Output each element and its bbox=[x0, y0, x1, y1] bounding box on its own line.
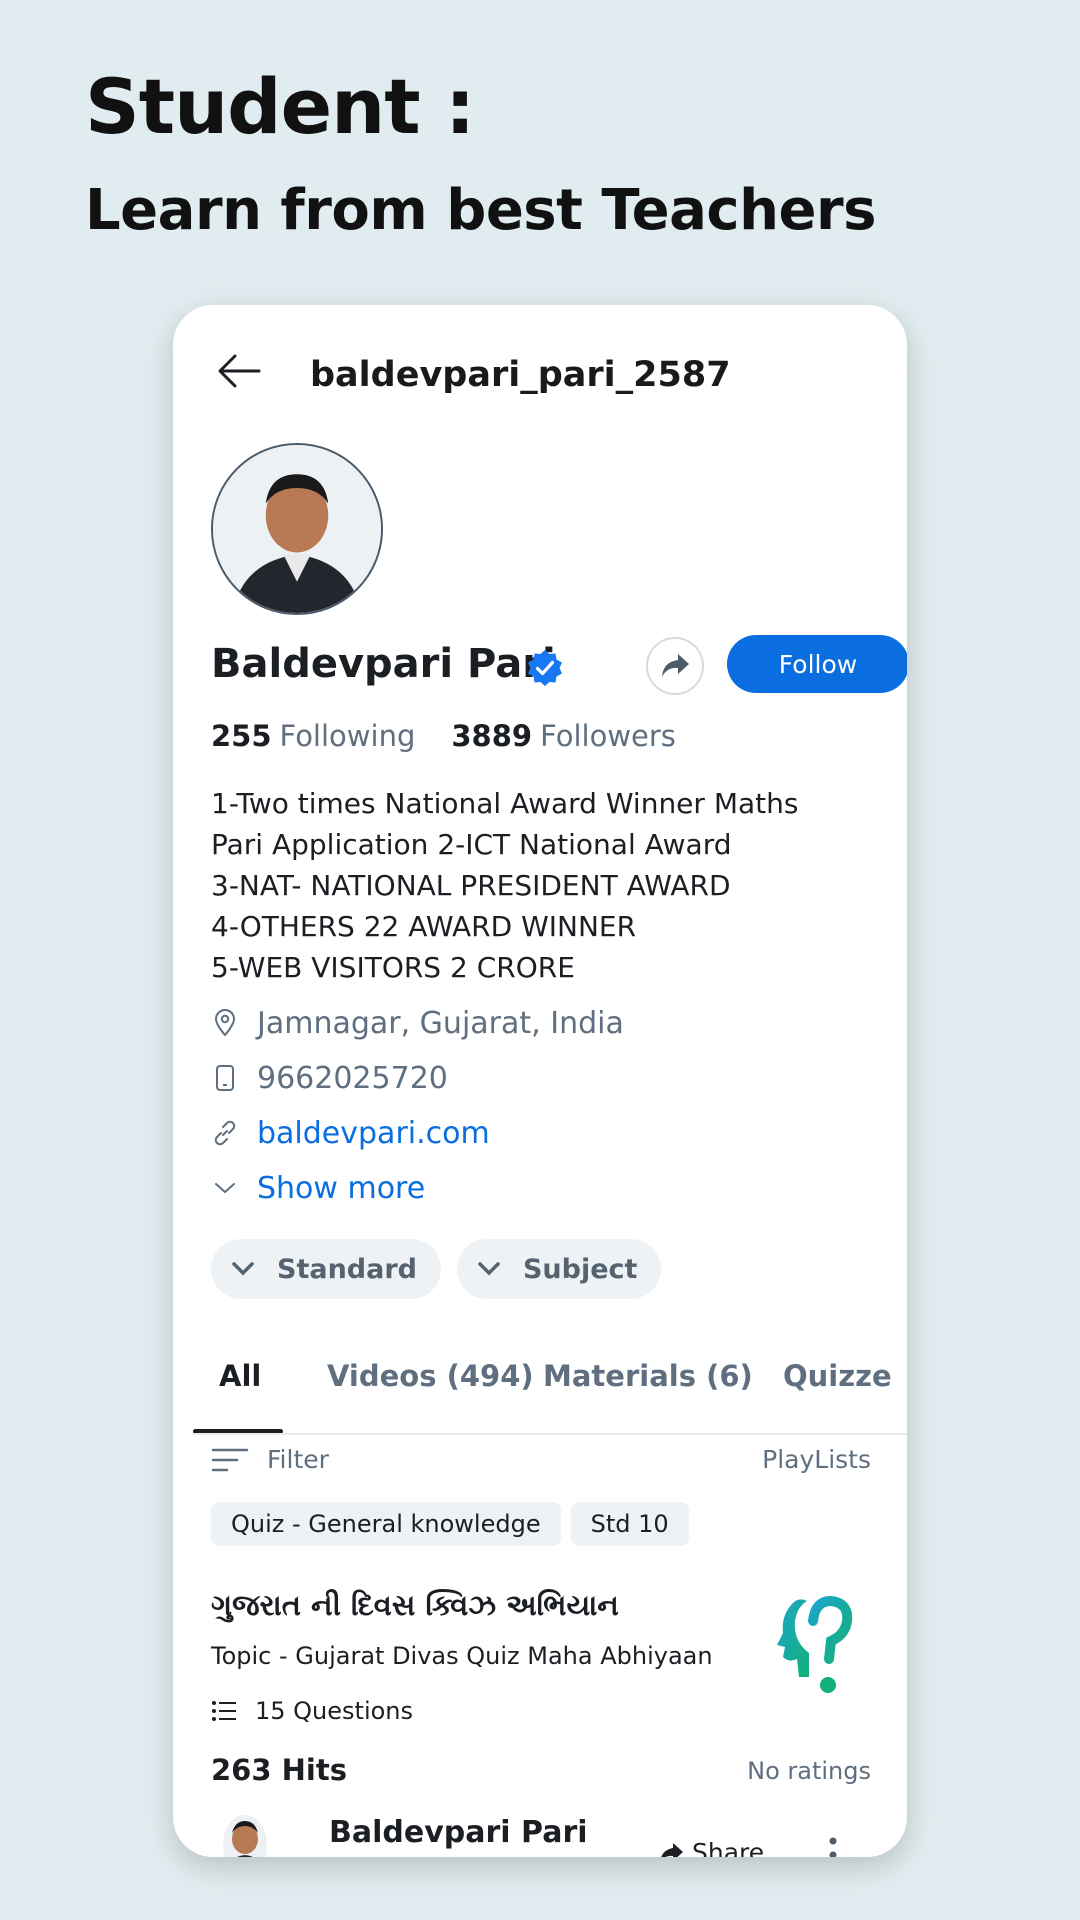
promo-headline: Student : bbox=[85, 62, 475, 151]
phone-icon bbox=[211, 1064, 239, 1092]
quiz-topic: Topic - Gujarat Divas Quiz Maha Abhiyaan bbox=[211, 1642, 713, 1670]
phone-text[interactable]: 9662025720 bbox=[257, 1061, 448, 1096]
question-count: 15 Questions bbox=[255, 1697, 414, 1725]
standard-dropdown[interactable]: Standard bbox=[211, 1239, 441, 1299]
name-row: Baldevpari Pari Follow bbox=[211, 635, 907, 699]
profile-avatar bbox=[211, 443, 383, 615]
quiz-title[interactable]: ગુજરાત ની દિવસ ક્વિઝ અભિયાન bbox=[211, 1588, 619, 1623]
website-row: baldevpari.com bbox=[211, 1113, 490, 1153]
dropdown-filters: Standard Subject bbox=[211, 1239, 662, 1299]
following-count: 255 bbox=[211, 719, 272, 753]
show-more-row[interactable]: Show more bbox=[211, 1168, 425, 1208]
chevron-down-icon bbox=[232, 1262, 254, 1276]
quiz-tags: Quiz - General knowledge Std 10 bbox=[211, 1502, 689, 1546]
share-profile-button[interactable] bbox=[646, 637, 704, 695]
quiz-logo-icon bbox=[777, 1595, 853, 1693]
share-button[interactable]: Share bbox=[658, 1838, 764, 1857]
quiz-tag: Std 10 bbox=[570, 1502, 689, 1546]
phone-screen: baldevpari_pari_2587 Baldevpari Pari Fol… bbox=[173, 305, 907, 1857]
bio-line: 1-Two times National Award Winner Maths bbox=[211, 787, 799, 820]
share-label: Share bbox=[692, 1838, 765, 1857]
tab-materials[interactable]: Materials (6) bbox=[543, 1359, 753, 1393]
subject-dropdown-label: Subject bbox=[522, 1253, 638, 1285]
link-icon bbox=[211, 1119, 239, 1147]
chevron-down-icon bbox=[211, 1174, 239, 1202]
promo-subheadline: Learn from best Teachers bbox=[85, 178, 876, 243]
location-text: Jamnagar, Gujarat, India bbox=[257, 1005, 624, 1041]
phone-row: 9662025720 bbox=[211, 1058, 448, 1098]
hit-count: 263 Hits bbox=[211, 1753, 347, 1787]
questions-row: 15 Questions bbox=[211, 1697, 413, 1725]
playlists-link[interactable]: PlayLists bbox=[762, 1445, 871, 1474]
show-more-link[interactable]: Show more bbox=[257, 1171, 425, 1206]
tab-videos[interactable]: Videos (494) bbox=[327, 1359, 534, 1393]
tab-quizzes[interactable]: Quizze bbox=[783, 1359, 892, 1393]
followers-label[interactable]: Followers bbox=[540, 719, 676, 753]
bio-line: Pari Application 2-ICT National Award bbox=[211, 828, 732, 861]
top-bar: baldevpari_pari_2587 bbox=[173, 305, 907, 445]
author-name[interactable]: Baldevpari Pari bbox=[329, 1815, 588, 1850]
author-avatar[interactable] bbox=[223, 1815, 267, 1857]
subject-dropdown[interactable]: Subject bbox=[456, 1239, 662, 1299]
filter-label[interactable]: Filter bbox=[267, 1445, 329, 1474]
bio-line: 3-NAT- NATIONAL PRESIDENT AWARD bbox=[211, 869, 731, 902]
more-vertical-icon[interactable] bbox=[828, 1835, 838, 1857]
followers-count: 3889 bbox=[451, 719, 533, 753]
back-arrow-icon[interactable] bbox=[217, 353, 261, 389]
profile-username: baldevpari_pari_2587 bbox=[310, 355, 731, 395]
location-pin-icon bbox=[211, 1009, 239, 1037]
filter-lines-icon[interactable] bbox=[211, 1445, 249, 1475]
standard-dropdown-label: Standard bbox=[277, 1253, 417, 1285]
quiz-tag: Quiz - General knowledge bbox=[211, 1502, 561, 1546]
list-icon bbox=[212, 1701, 236, 1721]
location-row: Jamnagar, Gujarat, India bbox=[211, 1003, 624, 1043]
following-label[interactable]: Following bbox=[280, 719, 416, 753]
content-tabs: All Videos (494) Materials (6) Quizze bbox=[193, 1335, 907, 1435]
rating-status: No ratings bbox=[747, 1757, 871, 1785]
tab-all[interactable]: All bbox=[219, 1359, 261, 1393]
profile-bio: 1-Two times National Award Winner Maths … bbox=[211, 783, 798, 988]
follow-stats: 255 Following 3889 Followers bbox=[211, 719, 676, 753]
bio-line: 4-OTHERS 22 AWARD WINNER bbox=[211, 910, 637, 943]
share-arrow-icon bbox=[661, 1842, 683, 1857]
active-tab-indicator bbox=[193, 1429, 283, 1433]
verified-badge-icon bbox=[528, 650, 562, 686]
website-link[interactable]: baldevpari.com bbox=[257, 1116, 490, 1151]
share-arrow-icon bbox=[662, 654, 689, 677]
bio-line: 5-WEB VISITORS 2 CRORE bbox=[211, 951, 575, 984]
chevron-down-icon bbox=[478, 1262, 500, 1276]
profile-display-name: Baldevpari Pari bbox=[211, 641, 556, 687]
follow-button[interactable]: Follow bbox=[727, 635, 907, 693]
filter-row: Filter PlayLists bbox=[211, 1435, 871, 1485]
